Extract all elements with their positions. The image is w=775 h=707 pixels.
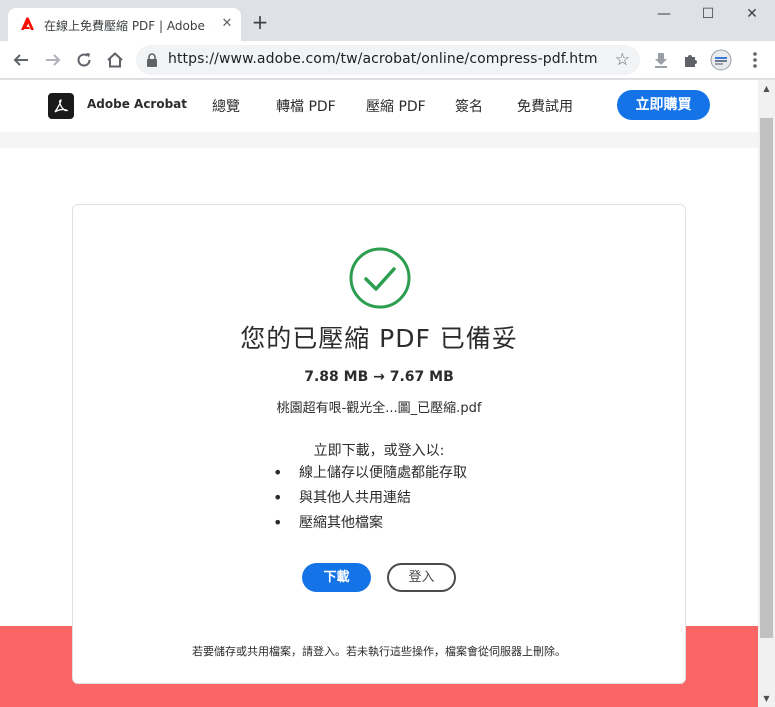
browser-titlebar: 在線上免費壓縮 PDF | Adobe Acrobat ✕ + — ☐ ✕ [0, 0, 775, 41]
page-viewport: Adobe Acrobat 總覽 轉檔 PDF 壓縮 PDF 簽名 免費試用 立… [0, 80, 758, 707]
buy-now-button[interactable]: 立即購買 [617, 90, 710, 120]
tab-close-icon[interactable]: ✕ [219, 16, 235, 32]
nav-link-overview[interactable]: 總覽 [212, 96, 240, 116]
benefit-list: 線上儲存以便隨處都能存取 與其他人共用連結 壓縮其他檔案 [273, 463, 593, 538]
scroll-up-icon[interactable]: ▲ [758, 80, 775, 97]
lock-icon [147, 53, 157, 67]
new-tab-button[interactable]: + [250, 12, 270, 32]
acrobat-logo-icon[interactable] [48, 93, 74, 119]
reload-icon[interactable] [73, 49, 95, 71]
close-window-button[interactable]: ✕ [740, 4, 764, 24]
profile-avatar[interactable] [710, 49, 732, 71]
scrollbar-thumb[interactable] [760, 118, 773, 638]
browser-toolbar: https://www.adobe.com/tw/acrobat/online/… [0, 41, 775, 79]
browser-tab[interactable]: 在線上免費壓縮 PDF | Adobe Acrobat ✕ [8, 8, 241, 41]
scroll-down-icon[interactable]: ▼ [758, 690, 775, 707]
nav-link-sign[interactable]: 簽名 [455, 96, 483, 116]
address-bar[interactable]: https://www.adobe.com/tw/acrobat/online/… [136, 45, 640, 75]
extensions-puzzle-icon[interactable] [680, 49, 702, 71]
list-item: 壓縮其他檔案 [273, 513, 593, 538]
download-icon[interactable] [650, 49, 672, 71]
nav-separator [0, 132, 758, 148]
nav-link-free-trial[interactable]: 免費試用 [517, 96, 573, 116]
adobe-favicon-icon [21, 17, 34, 30]
nav-link-convert-pdf[interactable]: 轉檔 PDF [276, 96, 336, 116]
home-icon[interactable] [104, 49, 126, 71]
list-item: 與其他人共用連結 [273, 488, 593, 513]
file-name: 桃園超有哏-觀光全...圖_已壓縮.pdf [276, 401, 482, 416]
list-item: 線上儲存以便隨處都能存取 [273, 463, 593, 488]
nav-link-compress-pdf[interactable]: 壓縮 PDF [366, 96, 426, 116]
download-button[interactable]: 下載 [302, 563, 371, 592]
back-arrow-icon[interactable] [10, 49, 32, 71]
deletion-notice: 若要儲存或共用檔案，請登入。若未執行這些操作，檔案會從伺服器上刪除。 [192, 645, 566, 658]
page-scrollbar[interactable]: ▲ ▼ [758, 80, 775, 707]
minimize-button[interactable]: — [652, 4, 676, 24]
tab-title: 在線上免費壓縮 PDF | Adobe Acrobat [44, 19, 209, 33]
login-intro: 立即下載，或登入以: [313, 443, 445, 459]
file-size-change: 7.88 MB → 7.67 MB [304, 369, 454, 385]
result-card: 您的已壓縮 PDF 已備妥 7.88 MB → 7.67 MB 桃園超有哏-觀光… [72, 204, 686, 684]
menu-kebab-icon[interactable] [744, 49, 766, 71]
brand-name[interactable]: Adobe Acrobat [87, 97, 187, 111]
success-check-icon [349, 247, 411, 309]
page-title: 您的已壓縮 PDF 已備妥 [240, 324, 518, 353]
site-nav: Adobe Acrobat 總覽 轉檔 PDF 壓縮 PDF 簽名 免費試用 立… [0, 80, 758, 132]
bookmark-star-icon[interactable]: ☆ [615, 50, 630, 70]
maximize-button[interactable]: ☐ [696, 4, 720, 24]
url-text: https://www.adobe.com/tw/acrobat/online/… [168, 51, 598, 67]
forward-arrow-icon[interactable] [42, 49, 64, 71]
login-button[interactable]: 登入 [387, 563, 456, 592]
